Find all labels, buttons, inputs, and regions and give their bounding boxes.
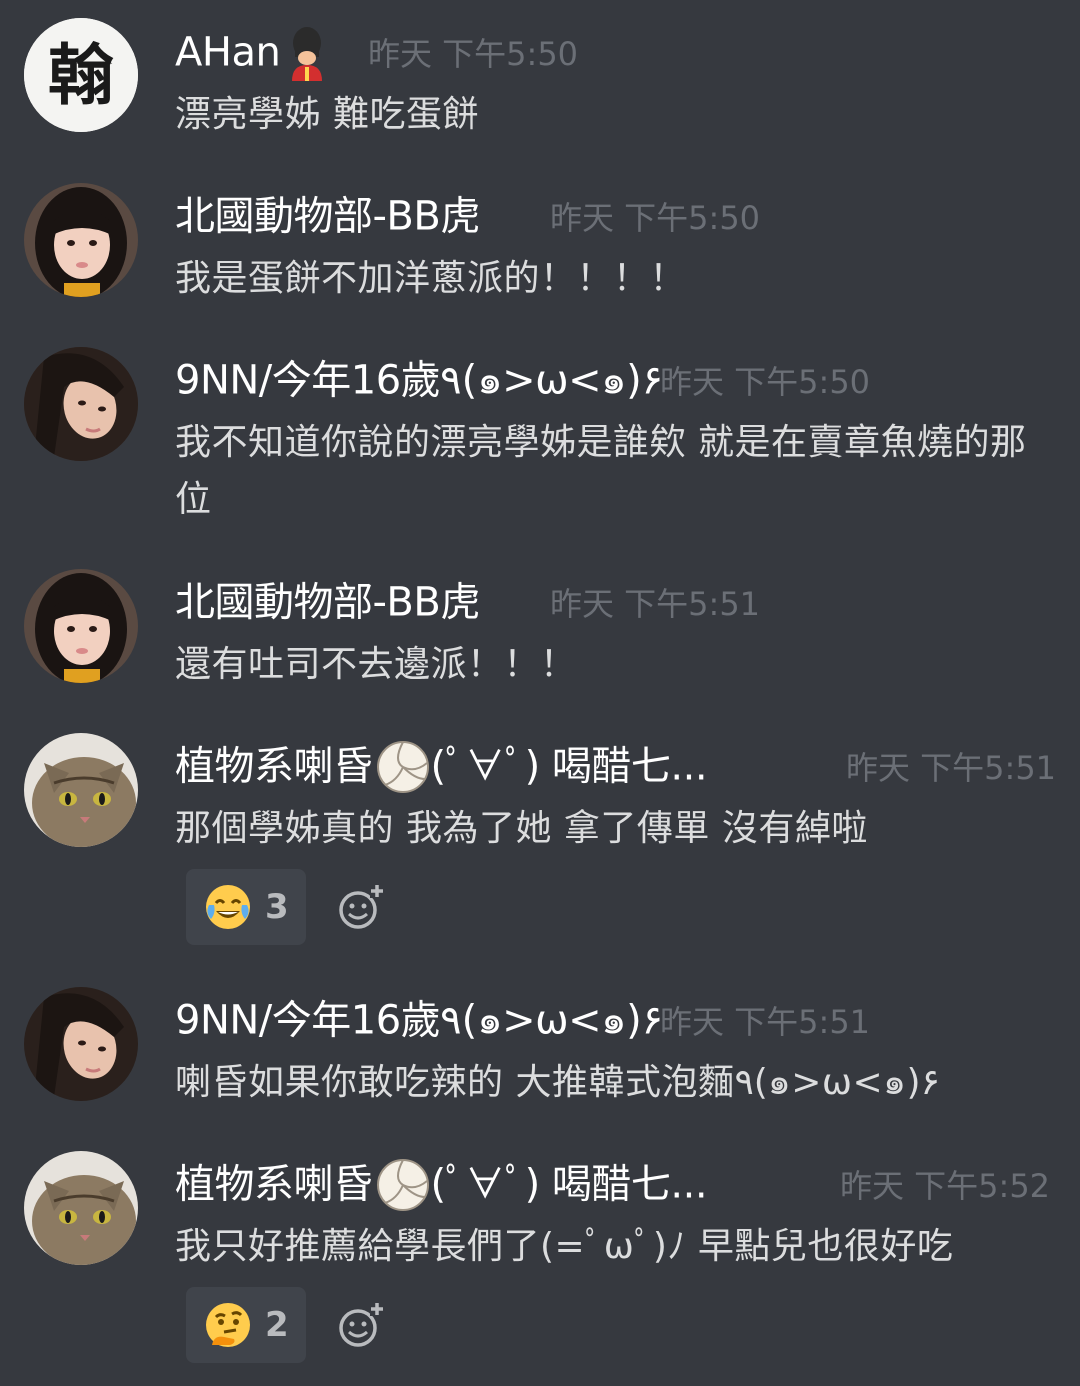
username[interactable]: 北國動物部-BB虎 (175, 194, 480, 240)
avatar[interactable] (24, 569, 138, 683)
avatar[interactable] (24, 1151, 138, 1265)
girl-photo-avatar-icon (24, 569, 138, 683)
username[interactable]: 植物系喇昏 (175, 744, 373, 790)
thinking-emoji-icon (206, 1303, 250, 1347)
cat-photo-avatar-icon (24, 733, 138, 847)
avatar[interactable] (24, 347, 138, 461)
reaction-count: 3 (265, 887, 289, 927)
timestamp: 昨天 下午5:50 (550, 199, 761, 237)
message-header: 北國動物部-BB虎 (175, 574, 480, 630)
message-text: 我是蛋餅不加洋蔥派的！！！！ (175, 258, 687, 299)
add-reaction-icon[interactable] (336, 882, 386, 932)
message-header: 9NN/今年16歲٩(๑>ω<๑)۶ (175, 992, 664, 1048)
message-text: 那個學姊真的 我為了她 拿了傳單 沒有綽啦 (175, 808, 868, 849)
girl-photo-avatar-icon (24, 347, 138, 461)
cat-photo-avatar-icon (24, 1151, 138, 1265)
avatar-glyph: 翰 (48, 36, 114, 114)
calligraphy-avatar-icon: 翰 (24, 18, 138, 132)
timestamp: 昨天 下午5:52 (840, 1167, 1051, 1205)
add-reaction-icon[interactable] (336, 1300, 386, 1350)
message-header: 植物系喇昏 (ﾟ∀ﾟ) 喝醋七... (175, 1156, 708, 1213)
timestamp: 昨天 下午5:51 (660, 1003, 871, 1041)
reaction-button[interactable]: 2 (186, 1287, 306, 1363)
message-header: 9NN/今年16歲٩(๑>ω<๑)۶ (175, 352, 664, 408)
guardsman-emoji-icon (282, 25, 332, 81)
username[interactable]: 9NN/今年16歲٩(๑>ω<๑)۶ (175, 358, 664, 404)
avatar[interactable] (24, 733, 138, 847)
message-text: 喇昏如果你敢吃辣的 大推韓式泡麵٩(๑>ω<๑)۶ (175, 1062, 940, 1103)
volleyball-emoji-icon (375, 1157, 431, 1213)
username[interactable]: 9NN/今年16歲٩(๑>ω<๑)۶ (175, 998, 664, 1044)
username[interactable]: AHan (175, 30, 281, 76)
message-text: 漂亮學姊 難吃蛋餅 (175, 94, 479, 135)
username-suffix[interactable]: (ﾟ∀ﾟ) 喝醋七... (431, 1162, 708, 1208)
reaction-count: 2 (265, 1305, 289, 1345)
message-text: 我只好推薦給學長們了(=ﾟωﾟ)ﾉ 早點兒也很好吃 (175, 1226, 954, 1267)
timestamp: 昨天 下午5:51 (846, 749, 1057, 787)
message-header: 北國動物部-BB虎 (175, 188, 480, 244)
timestamp: 昨天 下午5:50 (368, 35, 579, 73)
username[interactable]: 植物系喇昏 (175, 1162, 373, 1208)
username[interactable]: 北國動物部-BB虎 (175, 580, 480, 626)
message-text: 我不知道你說的漂亮學姊是誰欸 就是在賣章魚燒的那位 (175, 422, 1027, 520)
avatar[interactable]: 翰 (24, 18, 138, 132)
volleyball-emoji-icon (375, 739, 431, 795)
avatar[interactable] (24, 987, 138, 1101)
timestamp: 昨天 下午5:51 (550, 585, 761, 623)
message-text: 還有吐司不去邊派！！！ (175, 644, 577, 685)
message-header: AHan (175, 24, 332, 81)
joy-emoji-icon (206, 885, 250, 929)
message-header: 植物系喇昏 (ﾟ∀ﾟ) 喝醋七... (175, 738, 708, 795)
username-suffix[interactable]: (ﾟ∀ﾟ) 喝醋七... (431, 744, 708, 790)
girl-photo-avatar-icon (24, 183, 138, 297)
reaction-button[interactable]: 3 (186, 869, 306, 945)
timestamp: 昨天 下午5:50 (660, 363, 871, 401)
avatar[interactable] (24, 183, 138, 297)
girl-photo-avatar-icon (24, 987, 138, 1101)
